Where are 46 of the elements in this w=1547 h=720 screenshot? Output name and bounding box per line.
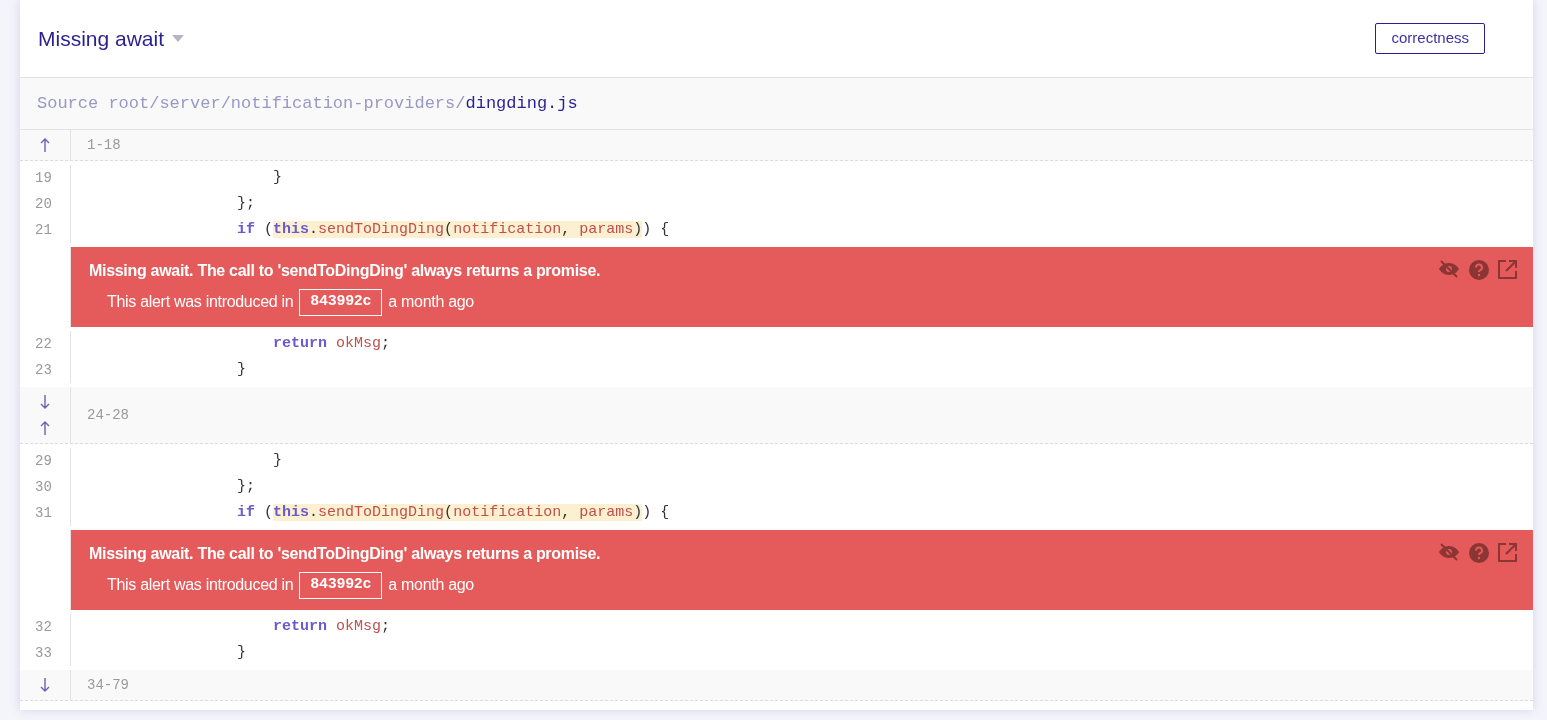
file-name[interactable]: dingding.js [465,90,578,117]
line-number: 19 [35,168,52,188]
code-line: if (this.sendToDingDing(notification, params)) { [236,219,670,240]
code-line: }; [236,193,256,214]
expand-up-icon[interactable] [40,420,50,436]
code-line: return okMsg; [272,333,391,354]
alert-title[interactable]: Missing await [38,22,165,55]
alert-message: Missing await. The call to 'sendToDingDing' always returns a promise. [89,261,601,281]
collapsed-range[interactable]: 24-28 [71,404,129,426]
code-line: }; [236,476,256,497]
expand-up-icon[interactable] [40,137,50,153]
line-number: 20 [35,194,52,214]
line-number: 30 [35,477,52,497]
line-number: 21 [35,220,52,240]
code-line: } [236,359,247,380]
code-line: } [272,450,283,471]
code-line: return okMsg; [272,616,391,637]
code-line: } [236,642,247,663]
alert-age: a month ago [388,575,474,596]
hidden-eye-icon[interactable] [1438,543,1460,561]
expand-down-icon[interactable] [40,677,50,693]
help-icon[interactable] [1469,260,1489,280]
alert-intro: This alert was introduced in [107,575,294,596]
alert-age: a month ago [388,292,474,313]
commit-link[interactable]: 843992c [299,289,383,316]
hidden-eye-icon[interactable] [1438,260,1460,278]
category-tag: correctness [1375,23,1485,54]
line-number: 31 [35,503,52,523]
source-path: Source root/server/notification-providers/ [37,92,466,115]
line-number: 23 [35,360,52,380]
commit-link[interactable]: 843992c [299,572,383,599]
help-icon[interactable] [1469,543,1489,563]
caret-icon[interactable] [172,35,185,42]
line-number: 33 [35,643,52,663]
external-link-icon[interactable] [1498,543,1517,562]
collapsed-range[interactable]: 34-79 [71,674,129,696]
alert-intro: This alert was introduced in [107,292,294,313]
line-number: 32 [35,617,52,637]
alert-message: Missing await. The call to 'sendToDingDing' always returns a promise. [89,544,601,564]
expand-down-icon[interactable] [40,394,50,410]
code-line: } [272,167,283,188]
line-number: 22 [35,334,52,354]
external-link-icon[interactable] [1498,260,1517,279]
code-line: if (this.sendToDingDing(notification, params)) { [236,502,670,523]
collapsed-range[interactable]: 1-18 [71,134,121,156]
line-number: 29 [35,451,52,471]
